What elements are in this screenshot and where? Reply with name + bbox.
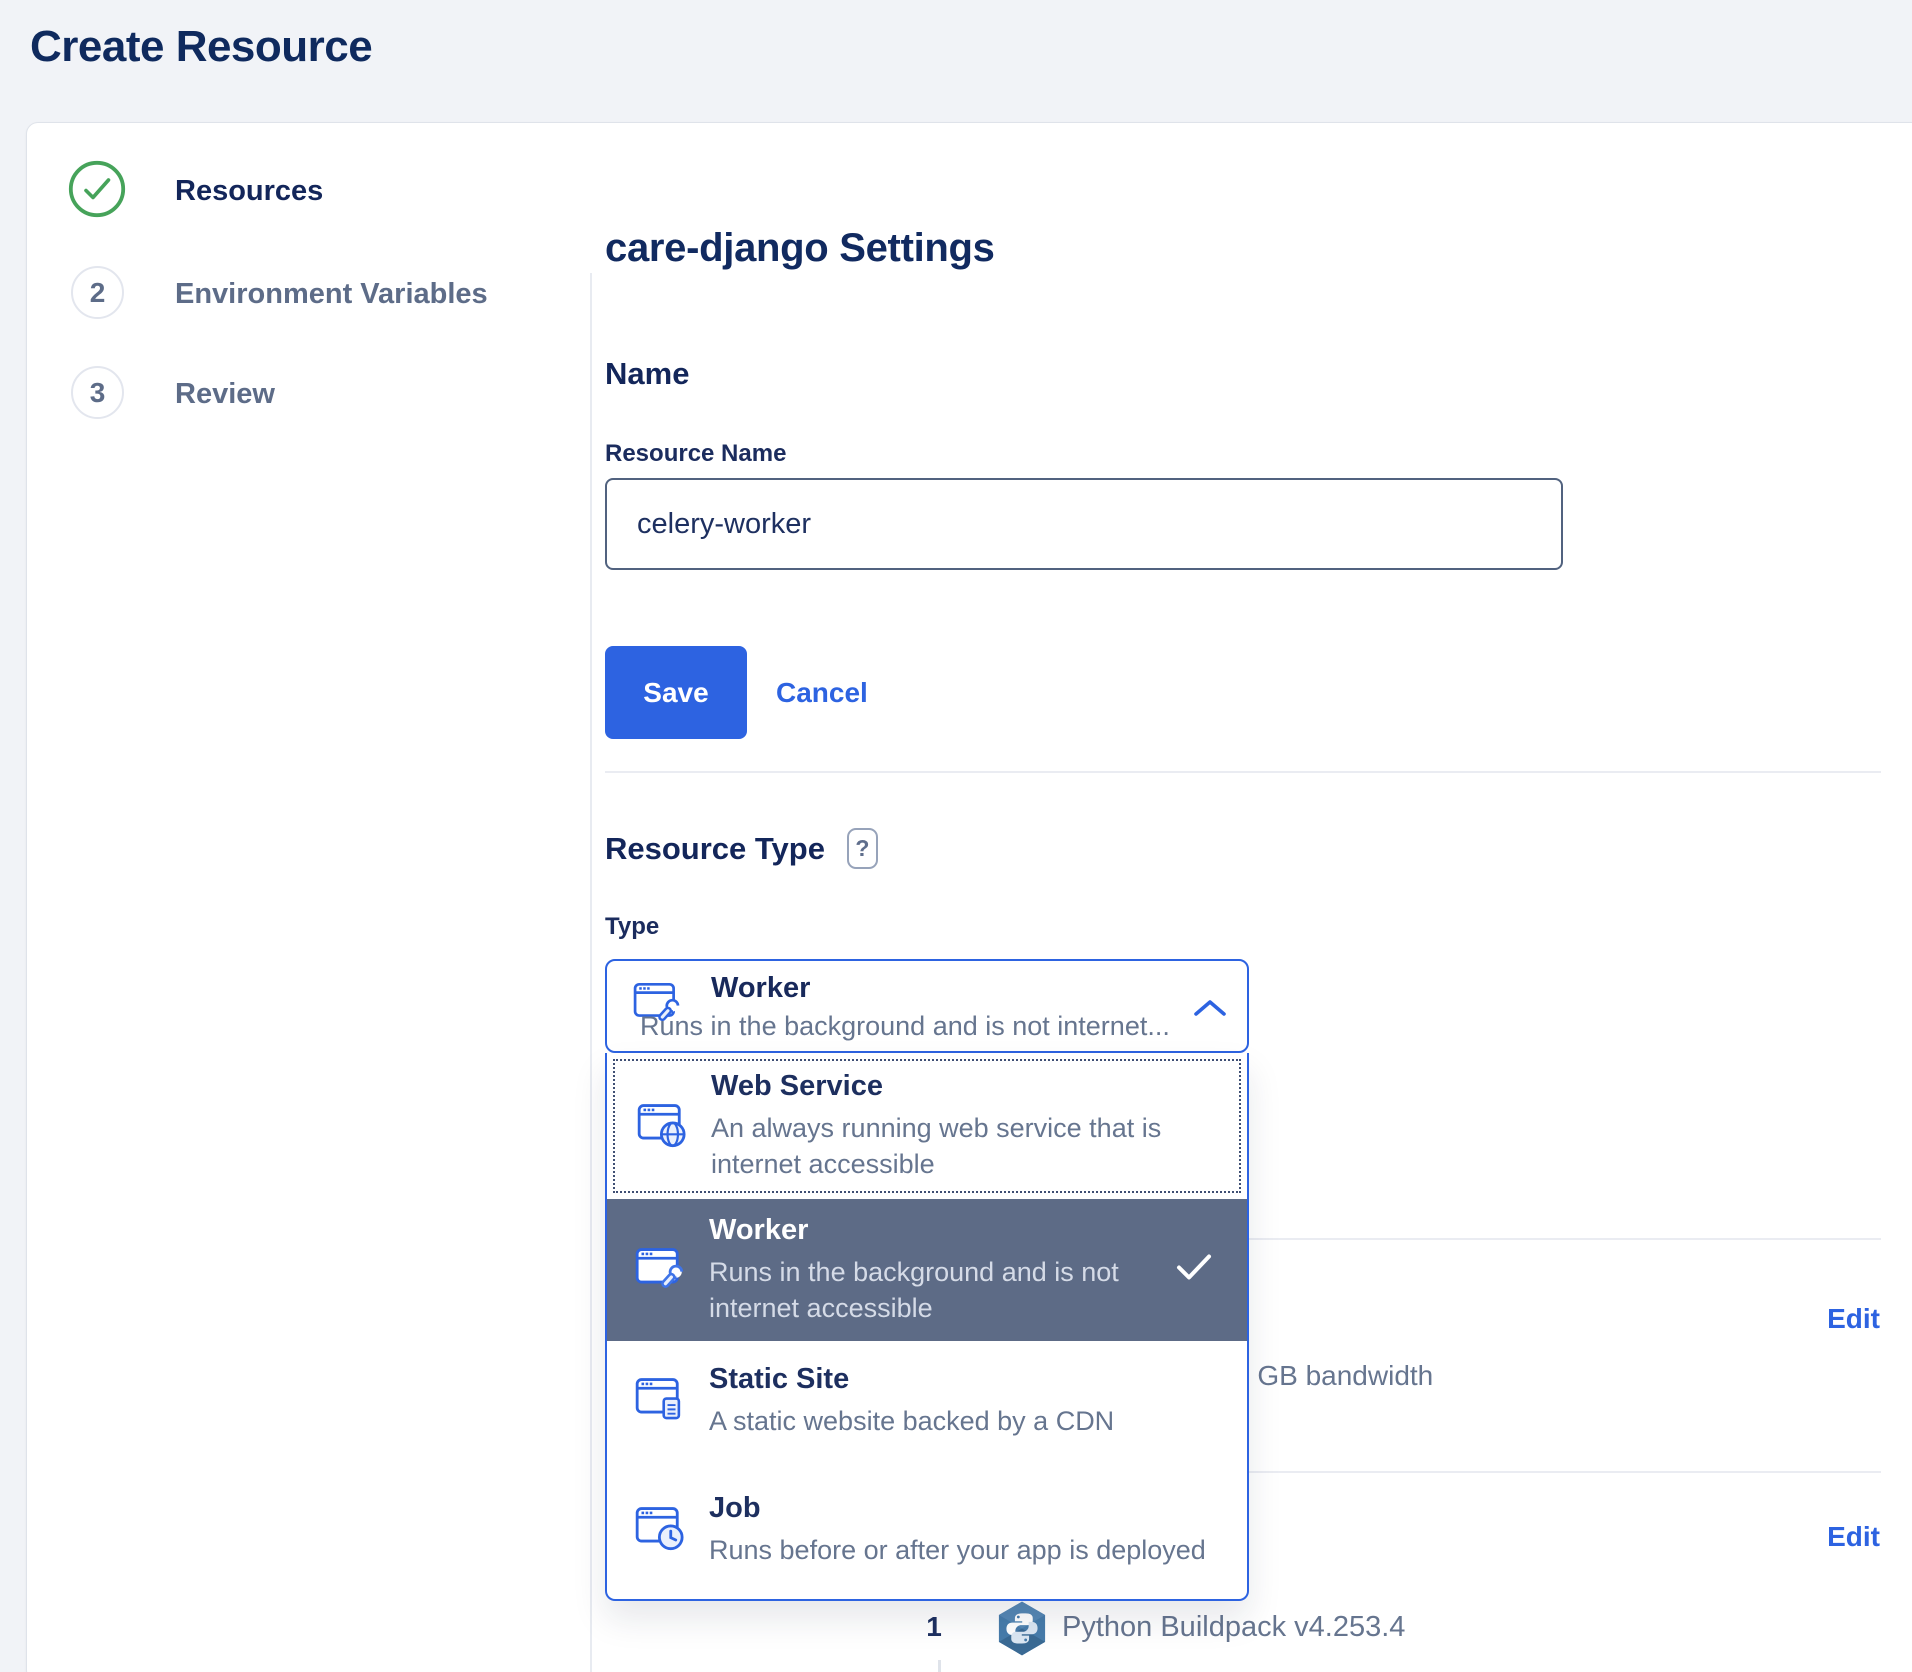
checkmark-icon: [1175, 1253, 1213, 1288]
option-description: Runs in the background and is not intern…: [709, 1254, 1214, 1326]
option-description: Runs before or after your app is deploye…: [709, 1532, 1214, 1568]
option-job[interactable]: Job Runs before or after your app is dep…: [607, 1460, 1247, 1599]
browser-clock-icon: [635, 1503, 687, 1556]
browser-wrench-icon: [635, 1244, 687, 1297]
browser-globe-icon: [637, 1100, 689, 1153]
edit-button[interactable]: Edit: [1760, 1521, 1880, 1553]
option-static-site[interactable]: Static Site A static website backed by a…: [607, 1341, 1247, 1460]
selected-type-title: Worker: [711, 972, 810, 1005]
browser-document-icon: [635, 1374, 687, 1427]
edit-button[interactable]: Edit: [1760, 1303, 1880, 1335]
resource-type-dropdown: Web Service An always running web servic…: [605, 1053, 1249, 1601]
chevron-up-icon: [1193, 999, 1227, 1022]
selected-type-description: Runs in the background and is not intern…: [640, 1011, 1170, 1042]
create-resource-screen: Create Resource Resources 2 Environment …: [0, 0, 1912, 1672]
buildpack-name: Python Buildpack v4.253.4: [1062, 1598, 1405, 1656]
resource-type-select[interactable]: Worker Runs in the background and is not…: [605, 959, 1249, 1053]
option-title: Web Service: [711, 1070, 1216, 1103]
option-title: Static Site: [709, 1363, 1214, 1396]
option-text: Static Site A static website backed by a…: [709, 1363, 1214, 1439]
python-buildpack-icon: [996, 1600, 1048, 1663]
bandwidth-text: 0 GB bandwidth: [1234, 1360, 1433, 1392]
option-title: Job: [709, 1492, 1214, 1525]
option-title: Worker: [709, 1214, 1214, 1247]
option-text: Job Runs before or after your app is dep…: [709, 1492, 1214, 1568]
option-text: Web Service An always running web servic…: [711, 1070, 1216, 1182]
option-worker[interactable]: Worker Runs in the background and is not…: [607, 1199, 1247, 1341]
option-description: A static website backed by a CDN: [709, 1403, 1214, 1439]
option-web-service[interactable]: Web Service An always running web servic…: [613, 1059, 1241, 1193]
buildpack-step-number: 1: [918, 1598, 950, 1656]
option-text: Worker Runs in the background and is not…: [709, 1214, 1214, 1326]
timeline-connector: [938, 1660, 941, 1672]
option-description: An always running web service that is in…: [711, 1110, 1216, 1182]
